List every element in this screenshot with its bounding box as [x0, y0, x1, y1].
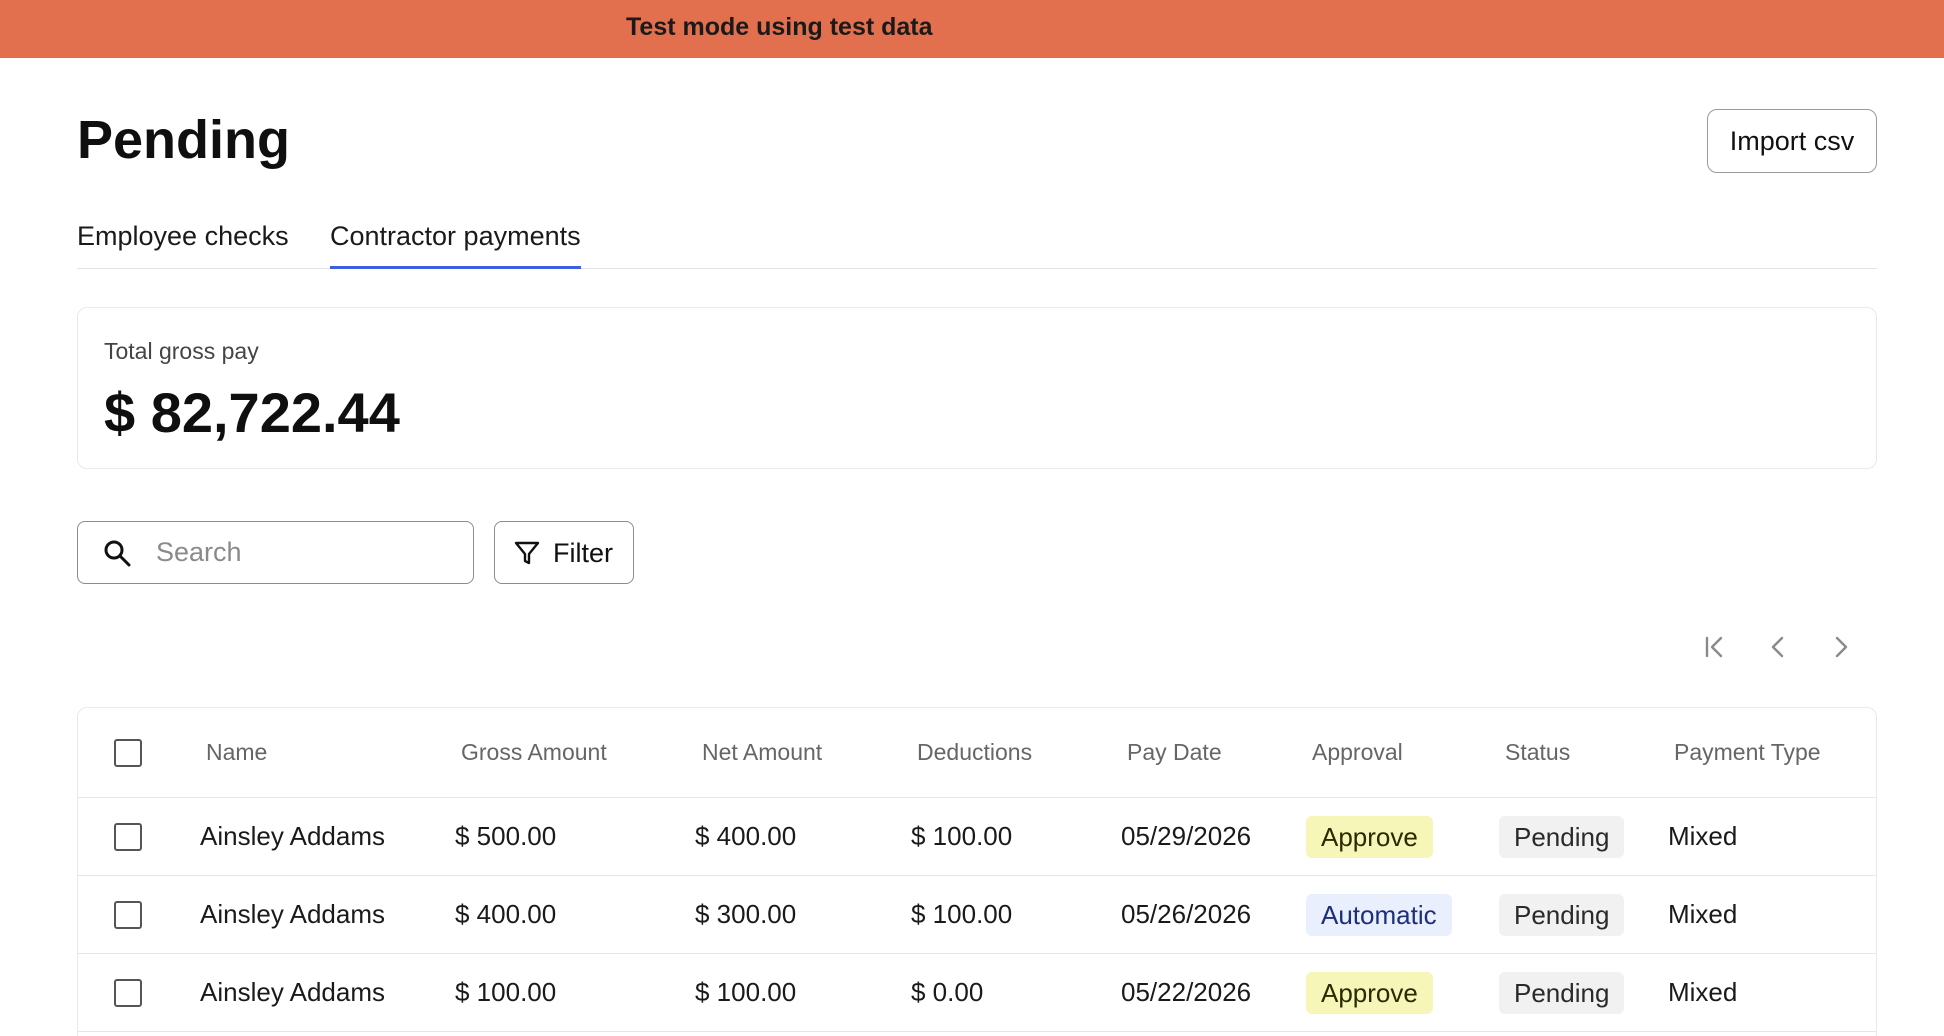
total-gross-pay-card: Total gross pay $ 82,722.44 [77, 307, 1877, 469]
payments-table: Name Gross Amount Net Amount Deductions … [77, 707, 1877, 1036]
search-icon [104, 540, 131, 567]
row-name: Ainsley Addams [200, 821, 385, 851]
status-badge: Pending [1499, 893, 1625, 936]
row-payment-type: Mixed [1668, 977, 1738, 1007]
row-approval: Automatic [1306, 876, 1452, 953]
row-pay-date: 05/29/2026 [1121, 821, 1252, 851]
tab-bar: Employee checks Contractor payments [77, 212, 1877, 269]
first-page-icon[interactable] [1700, 632, 1730, 662]
row-net-amount: $ 300.00 [695, 899, 797, 929]
table-row[interactable]: Ainsley Addams $ 400.00 $ 300.00 $ 100.0… [78, 876, 1876, 954]
row-name: Ainsley Addams [200, 899, 385, 929]
column-header-status[interactable]: Status [1505, 708, 1570, 797]
row-net-amount: $ 400.00 [695, 821, 797, 851]
search-box[interactable] [77, 521, 474, 584]
filter-icon [514, 541, 540, 565]
table-row[interactable]: Ainsley Addams $ 500.00 $ 400.00 $ 100.0… [78, 798, 1876, 876]
row-gross-amount: $ 500.00 [455, 821, 557, 851]
row-pay-date: 05/26/2026 [1121, 899, 1252, 929]
approval-badge[interactable]: Automatic [1306, 893, 1452, 936]
status-badge: Pending [1499, 971, 1625, 1014]
row-checkbox[interactable] [114, 979, 142, 1007]
column-header-net-amount[interactable]: Net Amount [702, 708, 822, 797]
search-input[interactable] [156, 530, 456, 575]
select-all-checkbox[interactable] [114, 739, 142, 767]
column-header-name[interactable]: Name [206, 708, 267, 797]
next-page-icon[interactable] [1826, 632, 1856, 662]
page-title: Pending [77, 110, 290, 170]
test-mode-banner-text: Test mode using test data [626, 13, 933, 41]
total-gross-pay-label: Total gross pay [104, 338, 259, 364]
row-status: Pending [1499, 876, 1625, 953]
row-net-amount: $ 100.00 [695, 977, 797, 1007]
row-deductions: $ 0.00 [911, 977, 984, 1007]
filter-button[interactable]: Filter [494, 521, 634, 584]
row-name: Ainsley Addams [200, 977, 385, 1007]
column-header-payment-type[interactable]: Payment Type [1674, 708, 1821, 797]
import-csv-button[interactable]: Import csv [1707, 109, 1877, 173]
row-approval: Approve [1306, 798, 1433, 875]
previous-page-icon[interactable] [1763, 632, 1793, 662]
row-status: Pending [1499, 954, 1625, 1031]
tab-employee-checks[interactable]: Employee checks [77, 218, 289, 254]
test-mode-banner: Test mode using test data [0, 0, 1944, 58]
column-header-approval[interactable]: Approval [1312, 708, 1403, 797]
row-deductions: $ 100.00 [911, 899, 1013, 929]
table-row[interactable]: Ainsley Addams $ 100.00 $ 100.00 $ 0.00 … [78, 954, 1876, 1032]
row-checkbox[interactable] [114, 823, 142, 851]
column-header-gross-amount[interactable]: Gross Amount [461, 708, 607, 797]
row-gross-amount: $ 400.00 [455, 899, 557, 929]
total-gross-pay-value: $ 82,722.44 [104, 381, 400, 444]
approval-badge[interactable]: Approve [1306, 815, 1433, 858]
row-deductions: $ 100.00 [911, 821, 1013, 851]
approval-badge[interactable]: Approve [1306, 971, 1433, 1014]
row-approval: Approve [1306, 954, 1433, 1031]
status-badge: Pending [1499, 815, 1625, 858]
table-header-row: Name Gross Amount Net Amount Deductions … [78, 708, 1876, 798]
row-checkbox[interactable] [114, 901, 142, 929]
row-payment-type: Mixed [1668, 899, 1738, 929]
column-header-deductions[interactable]: Deductions [917, 708, 1032, 797]
filter-button-label: Filter [553, 538, 613, 568]
tab-contractor-payments[interactable]: Contractor payments [330, 218, 581, 269]
row-payment-type: Mixed [1668, 821, 1738, 851]
row-pay-date: 05/22/2026 [1121, 977, 1252, 1007]
row-gross-amount: $ 100.00 [455, 977, 557, 1007]
row-status: Pending [1499, 798, 1625, 875]
column-header-pay-date[interactable]: Pay Date [1127, 708, 1222, 797]
